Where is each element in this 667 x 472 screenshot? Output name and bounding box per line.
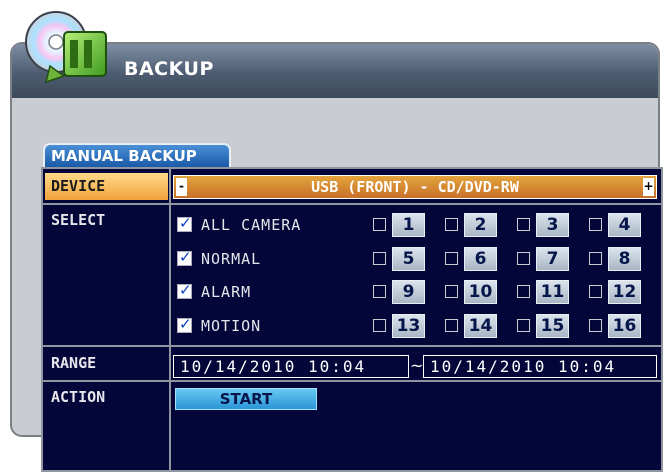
alarm-checkbox[interactable] — [177, 281, 192, 299]
camera-checkbox[interactable] — [517, 319, 530, 332]
normal-label: NORMAL — [201, 250, 262, 268]
backup-disc-icon — [25, 11, 107, 84]
camera-checkbox[interactable] — [445, 319, 458, 332]
camera-checkbox[interactable] — [589, 252, 602, 265]
range-end-field[interactable]: 10/14/2010 10:04 — [423, 355, 657, 378]
row-divider — [43, 345, 661, 347]
camera-checkbox[interactable] — [445, 285, 458, 298]
camera-number[interactable]: 8 — [608, 247, 641, 271]
camera-number[interactable]: 12 — [608, 280, 641, 304]
camera-checkbox[interactable] — [517, 218, 530, 231]
camera-checkbox[interactable] — [517, 252, 530, 265]
range-start-field[interactable]: 10/14/2010 10:04 — [173, 355, 409, 378]
all-camera-checkbox[interactable] — [177, 214, 192, 232]
row-divider — [43, 203, 661, 205]
device-next-button[interactable]: + — [643, 178, 654, 196]
device-selector[interactable]: - USB (FRONT) - CD/DVD-RW + — [173, 175, 657, 199]
camera-number[interactable]: 5 — [392, 247, 425, 271]
motion-label: MOTION — [201, 317, 262, 335]
camera-checkbox[interactable] — [445, 218, 458, 231]
window-title: BACKUP — [124, 58, 214, 80]
camera-number[interactable]: 13 — [392, 314, 425, 338]
row-divider — [43, 380, 661, 382]
range-label: RANGE — [51, 354, 97, 372]
tab-label: MANUAL BACKUP — [51, 147, 197, 165]
start-button[interactable]: START — [175, 388, 317, 410]
camera-number[interactable]: 10 — [464, 280, 497, 304]
all-camera-label: ALL CAMERA — [201, 216, 302, 234]
camera-number[interactable]: 6 — [464, 247, 497, 271]
tab-manual-backup[interactable]: MANUAL BACKUP — [43, 143, 231, 167]
camera-number[interactable]: 2 — [464, 213, 497, 237]
motion-checkbox[interactable] — [177, 315, 192, 333]
camera-checkbox[interactable] — [445, 252, 458, 265]
camera-number[interactable]: 16 — [608, 314, 641, 338]
camera-checkbox[interactable] — [373, 285, 386, 298]
camera-checkbox[interactable] — [589, 319, 602, 332]
column-divider — [169, 169, 171, 470]
camera-number[interactable]: 11 — [536, 280, 569, 304]
camera-number[interactable]: 1 — [392, 213, 425, 237]
backup-panel: DEVICE SELECT RANGE ACTION - USB (FRONT)… — [41, 167, 663, 472]
range-separator: ~ — [410, 356, 424, 375]
camera-number[interactable]: 15 — [536, 314, 569, 338]
backup-window: BACKUP MANUAL BACKUP DEVICE SELECT RANGE… — [10, 42, 663, 472]
camera-number[interactable]: 3 — [536, 213, 569, 237]
camera-checkbox[interactable] — [373, 252, 386, 265]
camera-checkbox[interactable] — [589, 285, 602, 298]
camera-checkbox[interactable] — [517, 285, 530, 298]
select-label: SELECT — [51, 211, 106, 229]
camera-checkbox[interactable] — [373, 319, 386, 332]
camera-checkbox[interactable] — [589, 218, 602, 231]
camera-number[interactable]: 7 — [536, 247, 569, 271]
camera-number[interactable]: 14 — [464, 314, 497, 338]
action-label: ACTION — [51, 388, 106, 406]
camera-checkbox[interactable] — [373, 218, 386, 231]
camera-number[interactable]: 4 — [608, 213, 641, 237]
normal-checkbox[interactable] — [177, 248, 192, 266]
device-label: DEVICE — [45, 173, 168, 200]
alarm-label: ALARM — [201, 283, 252, 301]
device-value: USB (FRONT) - CD/DVD-RW — [311, 178, 519, 196]
camera-number[interactable]: 9 — [392, 280, 425, 304]
